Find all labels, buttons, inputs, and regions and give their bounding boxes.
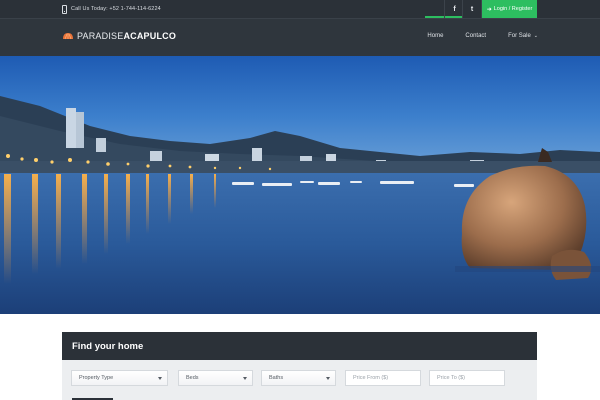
phone-text: Call Us Today: +52 1-744-114-6224 bbox=[71, 6, 161, 12]
search-section: Find your home Property Type Beds Baths … bbox=[0, 314, 600, 400]
nav-contact[interactable]: Contact bbox=[465, 33, 486, 39]
brand-logo-link[interactable]: PARADISEACAPULCO bbox=[62, 31, 176, 41]
main-navbar: PARADISEACAPULCO Home Contact For Sale ⌄ bbox=[0, 18, 600, 56]
nav-contact-label: Contact bbox=[465, 33, 487, 39]
caret-down-icon bbox=[326, 377, 330, 380]
phone-icon bbox=[62, 4, 67, 14]
top-bar: Call Us Today: +52 1-744-114-6224 f t ➜ … bbox=[0, 0, 600, 18]
twitter-icon[interactable]: t bbox=[462, 0, 482, 18]
search-heading: Find your home bbox=[62, 332, 537, 360]
price-from-placeholder: Price From ($) bbox=[353, 375, 389, 381]
brand-name-light: PARADISE bbox=[77, 31, 124, 41]
search-panel: Find your home Property Type Beds Baths … bbox=[62, 332, 537, 400]
nav-for-sale[interactable]: For Sale ⌄ bbox=[508, 33, 538, 39]
baths-select[interactable]: Baths bbox=[261, 370, 336, 386]
caret-down-icon bbox=[243, 377, 247, 380]
property-type-select[interactable]: Property Type bbox=[71, 370, 168, 386]
brand-name-bold: ACAPULCO bbox=[123, 31, 177, 41]
caret-down-icon bbox=[158, 377, 162, 380]
shell-logo-icon bbox=[62, 32, 74, 41]
nav-links: Home Contact For Sale ⌄ bbox=[427, 33, 538, 39]
nav-for-sale-label: For Sale bbox=[508, 33, 531, 39]
nav-home-label: Home bbox=[427, 33, 444, 39]
hero-bay-photo bbox=[0, 56, 600, 314]
brand-name: PARADISEACAPULCO bbox=[77, 31, 176, 41]
login-icon: ➜ bbox=[486, 6, 492, 13]
baths-label: Baths bbox=[269, 375, 284, 381]
beds-select[interactable]: Beds bbox=[178, 370, 253, 386]
property-type-label: Property Type bbox=[79, 375, 114, 381]
hero-illustration bbox=[0, 56, 600, 314]
phone-contact: Call Us Today: +52 1-744-114-6224 bbox=[62, 4, 161, 14]
chevron-down-icon: ⌄ bbox=[533, 33, 538, 39]
facebook-icon[interactable]: f bbox=[444, 0, 464, 18]
login-register-button[interactable]: ➜ Login / Register bbox=[482, 0, 537, 18]
price-to-placeholder: Price To ($) bbox=[437, 375, 466, 381]
nav-home[interactable]: Home bbox=[427, 33, 443, 39]
price-from-input[interactable]: Price From ($) bbox=[345, 370, 421, 386]
price-to-input[interactable]: Price To ($) bbox=[429, 370, 505, 386]
beds-label: Beds bbox=[186, 375, 199, 381]
login-register-label: Login / Register bbox=[493, 6, 533, 12]
